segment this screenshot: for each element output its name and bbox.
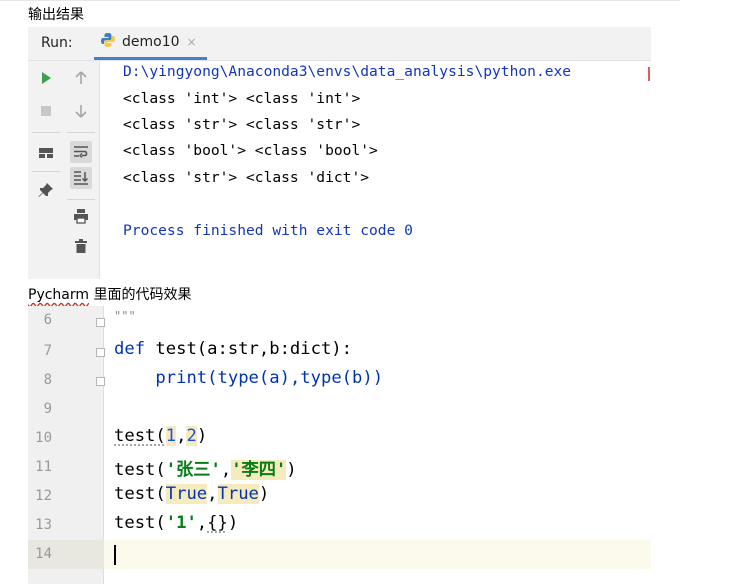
console-overflow-marker <box>648 67 650 81</box>
stop-icon[interactable] <box>35 100 57 122</box>
call-test: test( <box>114 484 166 504</box>
down-arrow-icon[interactable] <box>70 100 92 122</box>
run-tab-demo10[interactable]: demo10 × <box>94 27 207 60</box>
arg-number: 1 <box>165 426 177 446</box>
run-toolbar-left <box>28 61 64 279</box>
toolbar-separator <box>67 132 95 133</box>
paren: ) <box>286 460 297 480</box>
top-divider <box>0 0 680 1</box>
arg-number: 2 <box>186 426 197 446</box>
console-line-path: D:\yingyong\Anaconda3\envs\data_analysis… <box>123 63 572 80</box>
comma: , <box>207 484 218 504</box>
arg-dict: {} <box>207 513 228 533</box>
code-line-10: test(1,2) <box>114 426 207 446</box>
call-test: test( <box>114 513 166 533</box>
keyword-def: def <box>114 339 146 359</box>
line-number: 6 <box>43 312 52 328</box>
run-toolbar-right <box>64 61 100 279</box>
code-editor[interactable]: 6 7 8 9 10 11 12 13 14 """ def test(a:st… <box>28 306 651 584</box>
arg-string: '1' <box>165 513 197 533</box>
text-caret <box>114 545 116 565</box>
current-line-highlight <box>104 540 651 569</box>
code-line-11: test('张三','李四') <box>114 455 297 480</box>
code-line-12: test(True,True) <box>114 484 269 504</box>
output-caption: 输出结果 <box>28 7 84 23</box>
console-line: <class 'int'> <class 'int'> <box>123 90 361 107</box>
scroll-to-end-icon[interactable] <box>70 167 92 189</box>
call-test: test( <box>114 426 166 446</box>
up-arrow-icon[interactable] <box>70 67 92 89</box>
fold-marker-icon[interactable] <box>96 377 105 386</box>
console-line: <class 'bool'> <class 'bool'> <box>123 142 378 159</box>
line-number: 12 <box>35 488 52 504</box>
comma: , <box>220 460 232 480</box>
arg-bool: True <box>217 484 259 504</box>
builtin-print: print <box>155 368 208 388</box>
toolbar-separator <box>32 132 60 133</box>
run-tab-label: demo10 <box>122 34 180 50</box>
fold-marker-icon[interactable] <box>96 348 105 357</box>
close-tab-icon[interactable]: × <box>187 35 197 49</box>
layout-icon[interactable] <box>35 142 57 164</box>
paren: ) <box>258 484 270 504</box>
code-line-7: def test(a:str,b:dict): <box>114 339 352 359</box>
comma: , <box>176 426 187 446</box>
run-label: Run: <box>41 35 73 51</box>
call-test: test( <box>114 460 166 480</box>
code-line-8: print(type(a),type(b)) <box>114 368 383 388</box>
function-signature: test(a:str,b:dict): <box>145 339 353 359</box>
fold-marker-icon[interactable] <box>96 318 105 327</box>
line-number: 14 <box>35 546 52 562</box>
line-number: 10 <box>35 430 52 446</box>
console-line: <class 'str'> <class 'dict'> <box>123 169 370 186</box>
soft-wrap-icon[interactable] <box>70 141 92 163</box>
pin-icon[interactable] <box>35 179 57 201</box>
arg-string: '张三' <box>165 460 221 480</box>
line-number: 11 <box>35 459 52 475</box>
print-args: (type(a),type(b)) <box>207 368 384 388</box>
console-line: <class 'str'> <class 'str'> <box>123 116 361 133</box>
run-icon[interactable] <box>35 67 57 89</box>
pycharm-caption: Pycharm 里面的代码效果 <box>28 284 191 304</box>
paren: ) <box>227 513 239 533</box>
print-icon[interactable] <box>70 205 92 227</box>
line-number: 13 <box>35 517 52 533</box>
toolbar-separator <box>67 199 95 200</box>
line-number: 7 <box>43 343 52 359</box>
pycharm-caption-rest: 里面的代码效果 <box>89 287 192 303</box>
run-header: Run: demo10 × <box>28 27 651 61</box>
run-panel: Run: demo10 × D:\yingyong\Anaconda3\envs… <box>28 27 651 279</box>
code-line-6: """ <box>114 309 136 323</box>
arg-bool: True <box>165 484 208 504</box>
toolbar-separator <box>32 171 60 172</box>
paren: ) <box>196 426 208 446</box>
trash-icon[interactable] <box>70 235 92 257</box>
line-number: 9 <box>43 401 52 417</box>
line-number: 8 <box>43 372 52 388</box>
arg-string: '李四' <box>231 460 287 480</box>
pycharm-word: Pycharm <box>28 287 90 303</box>
console-exit-line: Process finished with exit code 0 <box>123 222 413 239</box>
python-file-icon <box>100 32 116 52</box>
comma: , <box>196 513 208 533</box>
code-line-13: test('1',{}) <box>114 513 238 533</box>
